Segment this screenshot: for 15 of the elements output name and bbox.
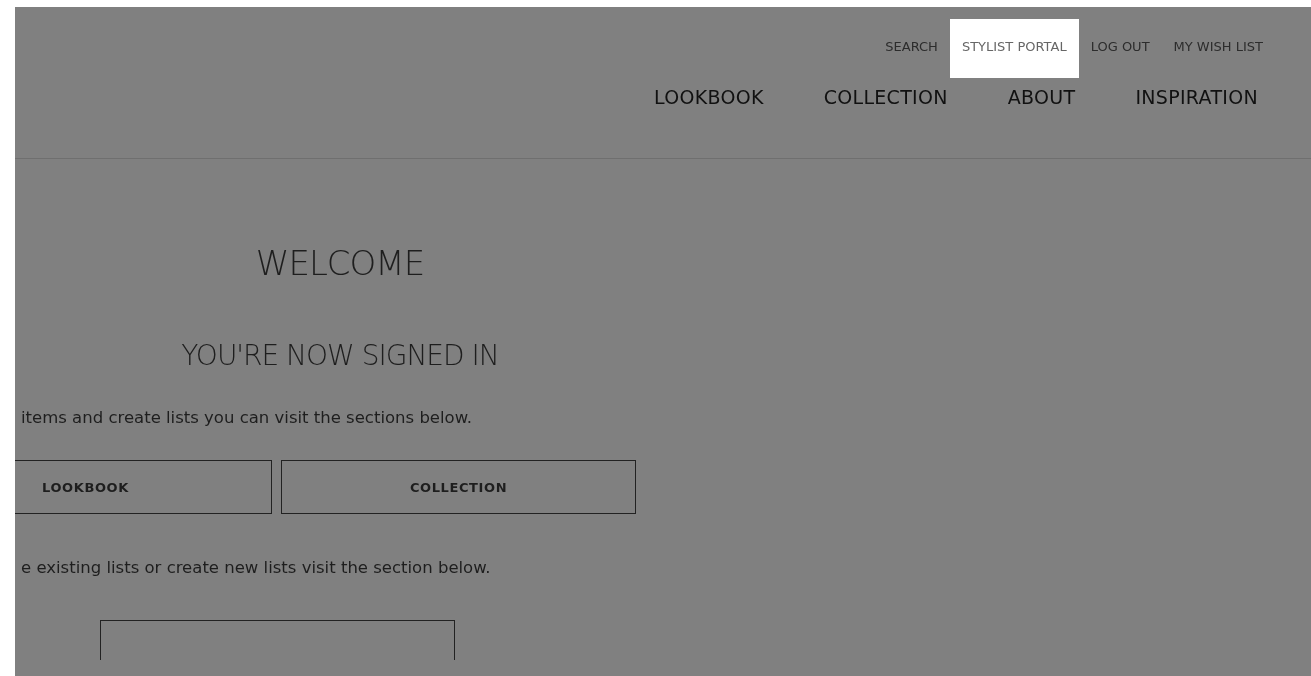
- lists-button[interactable]: [100, 620, 455, 660]
- nav-link[interactable]: ABOUT: [1007, 86, 1076, 108]
- welcome-heading: WELCOME: [254, 243, 426, 283]
- intro-text: items and create lists you can visit the sections below.: [21, 408, 473, 427]
- nav-link[interactable]: INSPIRATION: [1135, 86, 1258, 108]
- utility-link[interactable]: STYLIST PORTAL: [949, 19, 1079, 78]
- signed-in-heading: YOU'RE NOW SIGNED IN: [180, 339, 500, 372]
- nav-link[interactable]: COLLECTION: [823, 86, 948, 108]
- section-button[interactable]: LOOKBOOK: [15, 460, 272, 514]
- nav-link[interactable]: LOOKBOOK: [653, 86, 764, 108]
- utility-link[interactable]: LOG OUT: [1078, 19, 1162, 78]
- lists-text: e existing lists or create new lists visit the section below.: [21, 558, 492, 577]
- utility-link[interactable]: SEARCH: [873, 19, 950, 78]
- section-button[interactable]: COLLECTION: [281, 460, 636, 514]
- utility-link[interactable]: MY WISH LIST: [1161, 19, 1275, 78]
